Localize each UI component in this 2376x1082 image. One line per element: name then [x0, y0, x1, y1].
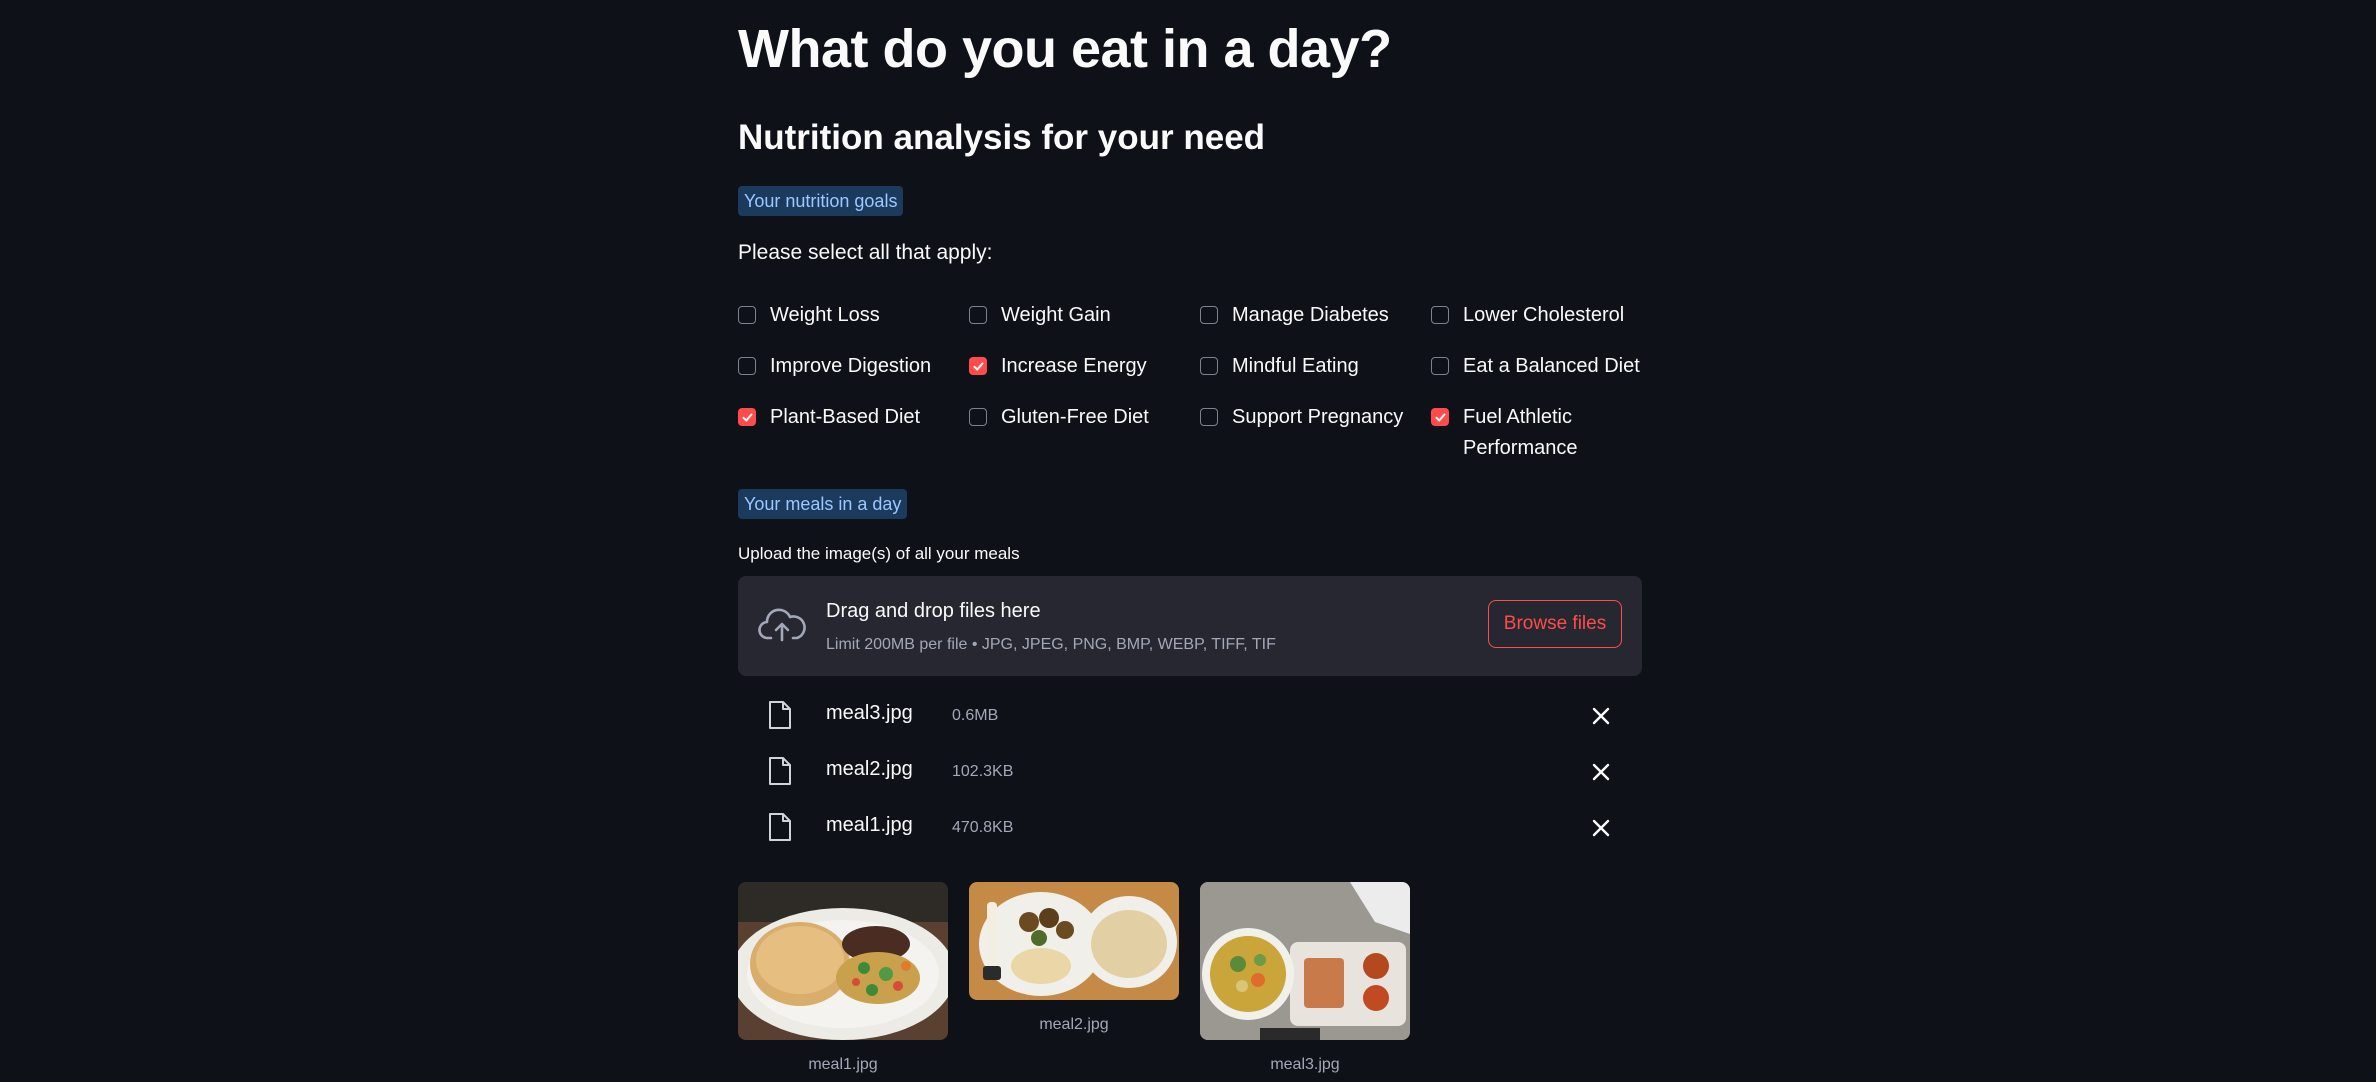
thumbnail-caption: meal1.jpg	[808, 1056, 878, 1073]
checkbox-unchecked[interactable]	[1200, 357, 1218, 375]
goal-checkbox-label: Plant-Based Diet	[770, 406, 921, 428]
checkbox-unchecked[interactable]	[1200, 306, 1218, 324]
file-dropzone[interactable]: Drag and drop files here Limit 200MB per…	[738, 576, 1642, 676]
goal-checkbox-label: Lower Cholesterol	[1463, 304, 1625, 326]
goal-checkbox-label: Support Pregnancy	[1232, 406, 1404, 428]
remove-file-icon[interactable]	[1590, 705, 1612, 727]
file-icon	[769, 813, 791, 841]
file-name: meal2.jpg	[826, 758, 913, 780]
checkmark-icon	[742, 413, 752, 421]
file-name: meal3.jpg	[826, 702, 913, 724]
meal1-image	[738, 882, 948, 1040]
checkbox-unchecked[interactable]	[1431, 306, 1449, 324]
meal-thumbnail: meal1.jpg	[738, 882, 948, 1074]
dropzone-limit-text: Limit 200MB per file • JPG, JPEG, PNG, B…	[826, 636, 1276, 653]
page-title: What do you eat in a day?	[738, 19, 1392, 79]
cloud-upload-icon	[758, 608, 806, 642]
thumbnail-caption: meal3.jpg	[1270, 1056, 1340, 1073]
meal-thumbnail: meal2.jpg	[969, 882, 1179, 1034]
goals-prompt: Please select all that apply:	[738, 241, 993, 264]
dropzone-title: Drag and drop files here	[826, 600, 1041, 622]
meals-section-tag: Your meals in a day	[738, 489, 908, 519]
goal-checkbox-option[interactable]: Fuel Athletic Performance	[1431, 402, 1659, 464]
file-size: 470.8KB	[952, 819, 1014, 836]
checkbox-unchecked[interactable]	[738, 357, 756, 375]
checkmark-icon	[973, 362, 983, 370]
uploaded-file-row: meal1.jpg 470.8KB	[768, 810, 1642, 846]
goal-checkbox-option[interactable]: Increase Energy	[969, 351, 1197, 382]
goal-checkbox-label: Eat a Balanced Diet	[1463, 355, 1640, 377]
remove-file-icon[interactable]	[1590, 761, 1612, 783]
checkbox-unchecked[interactable]	[1431, 357, 1449, 375]
goal-checkbox-option[interactable]: Eat a Balanced Diet	[1431, 351, 1659, 382]
goal-checkbox-option[interactable]: Lower Cholesterol	[1431, 300, 1659, 331]
checkbox-unchecked[interactable]	[969, 306, 987, 324]
file-icon	[769, 701, 791, 729]
goal-checkbox-label: Increase Energy	[1001, 355, 1147, 377]
meal-thumbnail: meal3.jpg	[1200, 882, 1410, 1074]
goals-section-tag: Your nutrition goals	[738, 186, 904, 216]
goal-checkbox-label: Mindful Eating	[1232, 355, 1359, 377]
checkmark-icon	[1435, 413, 1445, 421]
upload-label: Upload the image(s) of all your meals	[738, 544, 1020, 563]
goal-checkbox-label: Manage Diabetes	[1232, 304, 1389, 326]
goal-checkbox-option[interactable]: Manage Diabetes	[1200, 300, 1428, 331]
goal-checkbox-option[interactable]: Mindful Eating	[1200, 351, 1428, 382]
file-icon	[769, 757, 791, 785]
goal-checkbox-option[interactable]: Improve Digestion	[738, 351, 966, 382]
goal-checkbox-option[interactable]: Plant-Based Diet	[738, 402, 966, 433]
file-name: meal1.jpg	[826, 814, 913, 836]
checkbox-checked[interactable]	[1431, 408, 1449, 426]
checkbox-unchecked[interactable]	[1200, 408, 1218, 426]
goal-checkbox-label: Weight Gain	[1001, 304, 1111, 326]
checkbox-checked[interactable]	[738, 408, 756, 426]
uploaded-file-row: meal2.jpg 102.3KB	[768, 754, 1642, 790]
goal-checkbox-label: Weight Loss	[770, 304, 880, 326]
meal2-image	[969, 882, 1179, 1000]
file-size: 0.6MB	[952, 707, 999, 724]
checkbox-unchecked[interactable]	[969, 408, 987, 426]
remove-file-icon[interactable]	[1590, 817, 1612, 839]
goal-checkbox-option[interactable]: Gluten-Free Diet	[969, 402, 1197, 433]
goal-checkbox-label: Gluten-Free Diet	[1001, 406, 1149, 428]
thumbnail-caption: meal2.jpg	[1039, 1016, 1109, 1033]
goal-checkbox-option[interactable]: Weight Loss	[738, 300, 966, 331]
goal-checkbox-label: Fuel Athletic Performance	[1463, 406, 1578, 459]
checkbox-checked[interactable]	[969, 357, 987, 375]
uploaded-file-row: meal3.jpg 0.6MB	[768, 698, 1642, 734]
checkbox-unchecked[interactable]	[738, 306, 756, 324]
goal-checkbox-option[interactable]: Weight Gain	[969, 300, 1197, 331]
goal-checkbox-option[interactable]: Support Pregnancy	[1200, 402, 1428, 433]
meal3-image	[1200, 882, 1410, 1040]
goal-checkbox-label: Improve Digestion	[770, 355, 932, 377]
file-size: 102.3KB	[952, 763, 1014, 780]
page-subtitle: Nutrition analysis for your need	[738, 118, 1266, 157]
browse-files-button[interactable]: Browse files	[1488, 600, 1622, 648]
